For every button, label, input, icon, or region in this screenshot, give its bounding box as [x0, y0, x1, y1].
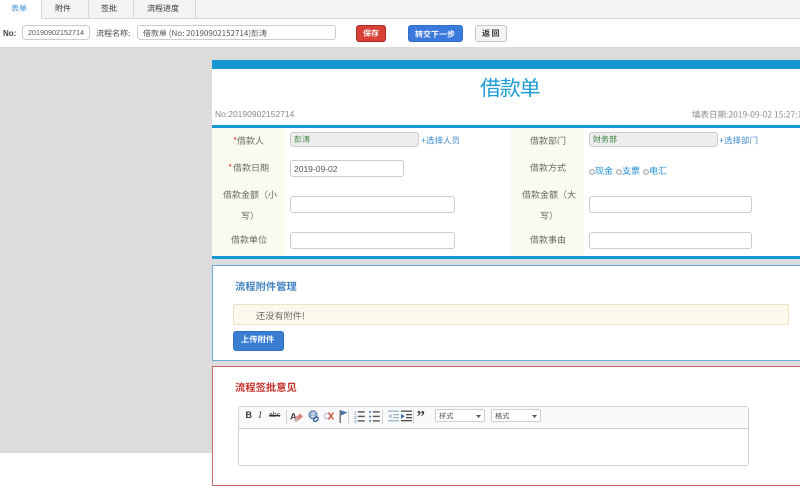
svg-text:3: 3	[354, 419, 357, 423]
